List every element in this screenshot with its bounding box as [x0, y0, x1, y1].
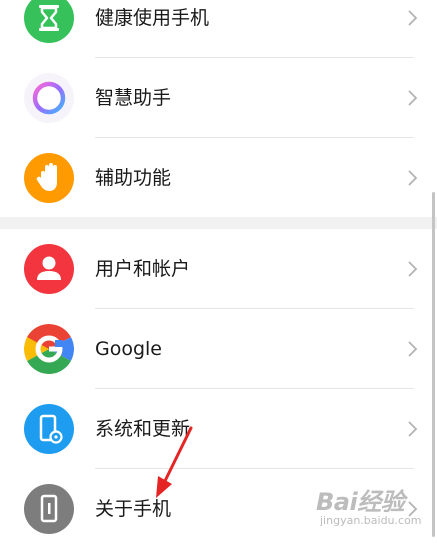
settings-item-digital-balance[interactable]: 健康使用手机 [0, 0, 437, 58]
hourglass-icon [24, 0, 74, 43]
phone-info-icon [24, 484, 74, 534]
phone-settings-icon [24, 404, 74, 454]
chevron-right-icon [407, 9, 419, 27]
watermark-logo: Bai经验 [316, 488, 405, 516]
chevron-right-icon [407, 260, 419, 278]
chevron-right-icon [407, 420, 419, 438]
hand-icon [24, 153, 74, 203]
settings-item-label: 智慧助手 [95, 87, 172, 109]
assistant-ring-icon [24, 73, 74, 123]
settings-item-label: 用户和帐户 [95, 258, 191, 280]
settings-item-label: 关于手机 [95, 498, 172, 520]
settings-item-users-accounts[interactable]: 用户和帐户 [0, 229, 437, 309]
settings-item-label: 辅助功能 [95, 167, 172, 189]
settings-item-google[interactable]: Google [0, 309, 437, 389]
watermark-url: jingyan.baidu.com [320, 514, 422, 527]
settings-item-system-update[interactable]: 系统和更新 [0, 389, 437, 469]
chevron-right-icon [407, 340, 419, 358]
settings-item-label: 健康使用手机 [95, 7, 210, 29]
settings-item-smart-assistant[interactable]: 智慧助手 [0, 58, 437, 138]
baidu-watermark: Bai经验 jingyan.baidu.com [316, 478, 434, 534]
google-icon [24, 324, 74, 374]
settings-item-label: Google [95, 338, 163, 360]
chevron-right-icon [407, 89, 419, 107]
chevron-right-icon [407, 169, 419, 187]
settings-item-label: 系统和更新 [95, 418, 191, 440]
section-gap [0, 217, 437, 229]
settings-item-accessibility[interactable]: 辅助功能 [0, 138, 437, 218]
user-icon [24, 244, 74, 294]
